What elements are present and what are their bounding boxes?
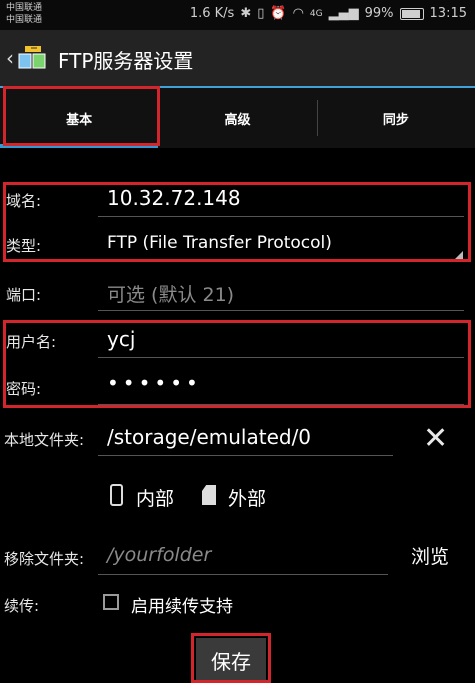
phone-icon[interactable] xyxy=(110,484,123,506)
password-underline xyxy=(98,404,464,405)
port-underline xyxy=(98,310,464,311)
browse-button[interactable]: 浏览 xyxy=(411,542,449,569)
tab-advanced[interactable]: 高级 xyxy=(158,88,316,148)
app-icon xyxy=(18,46,46,69)
local-folder-label: 本地文件夹: xyxy=(4,431,85,449)
local-folder-underline xyxy=(98,455,393,456)
page-title: FTP服务器设置 xyxy=(58,49,194,73)
dropdown-corner-icon xyxy=(455,251,463,259)
internal-storage-label[interactable]: 内部 xyxy=(136,484,174,511)
password-input[interactable]: •••••• xyxy=(107,371,202,395)
network-type: 4G xyxy=(309,8,323,19)
status-bar: 中国联通 中国联通 1.6 K/s ✱ ▯ ⏰ ◠ 4G ▂▄▆ 99% 13:… xyxy=(0,0,475,30)
resume-checkbox[interactable] xyxy=(103,594,119,610)
tab-basic[interactable]: 基本 xyxy=(0,88,159,148)
remote-folder-label: 移除文件夹: xyxy=(4,550,85,568)
resume-checkbox-label[interactable]: 启用续传支持 xyxy=(131,592,233,617)
tab-sync[interactable]: 同步 xyxy=(316,88,475,148)
password-label: 密码: xyxy=(6,380,42,398)
network-speed: 1.6 K/s xyxy=(189,6,235,21)
battery-icon xyxy=(399,7,424,20)
username-input[interactable]: ycj xyxy=(107,327,135,351)
external-storage-label[interactable]: 外部 xyxy=(228,484,266,511)
resume-label: 续传: xyxy=(4,597,40,615)
alarm-icon: ⏰ xyxy=(270,6,287,21)
tab-bar: 基本 高级 同步 xyxy=(0,88,475,148)
sd-card-icon[interactable] xyxy=(202,485,216,505)
battery-percent: 99% xyxy=(364,6,394,21)
wifi-icon: ◠ xyxy=(292,6,304,21)
signal-icon: ▂▄▆ xyxy=(328,6,359,21)
host-input[interactable]: 10.32.72.148 xyxy=(107,186,241,210)
carrier-label: 中国联通 xyxy=(6,15,43,25)
app-bar: ‹ FTP服务器设置 xyxy=(0,30,475,86)
clock: 13:15 xyxy=(429,6,467,21)
carrier-label: 中国联通 xyxy=(6,3,43,13)
close-icon[interactable]: ✕ xyxy=(423,424,448,454)
back-icon[interactable]: ‹ xyxy=(6,46,14,70)
host-label: 域名: xyxy=(6,192,42,210)
type-select[interactable]: FTP (File Transfer Protocol) xyxy=(107,233,332,253)
save-button[interactable]: 保存 xyxy=(196,638,266,682)
status-icons: 1.6 K/s ✱ ▯ ⏰ ◠ 4G ▂▄▆ 99% 13:15 xyxy=(190,6,467,21)
username-label: 用户名: xyxy=(6,333,57,351)
remote-folder-input[interactable]: /yourfolder xyxy=(107,544,211,566)
vibrate-icon: ▯ xyxy=(257,6,265,21)
host-underline xyxy=(98,216,464,217)
port-label: 端口: xyxy=(6,286,42,304)
type-label: 类型: xyxy=(6,237,42,255)
bluetooth-icon: ✱ xyxy=(240,6,252,21)
username-underline xyxy=(98,357,464,358)
port-input[interactable]: 可选 (默认 21) xyxy=(107,280,234,307)
local-folder-input[interactable]: /storage/emulated/0 xyxy=(107,425,311,449)
highlight-box-credentials xyxy=(3,320,471,408)
remote-folder-underline xyxy=(98,574,388,575)
